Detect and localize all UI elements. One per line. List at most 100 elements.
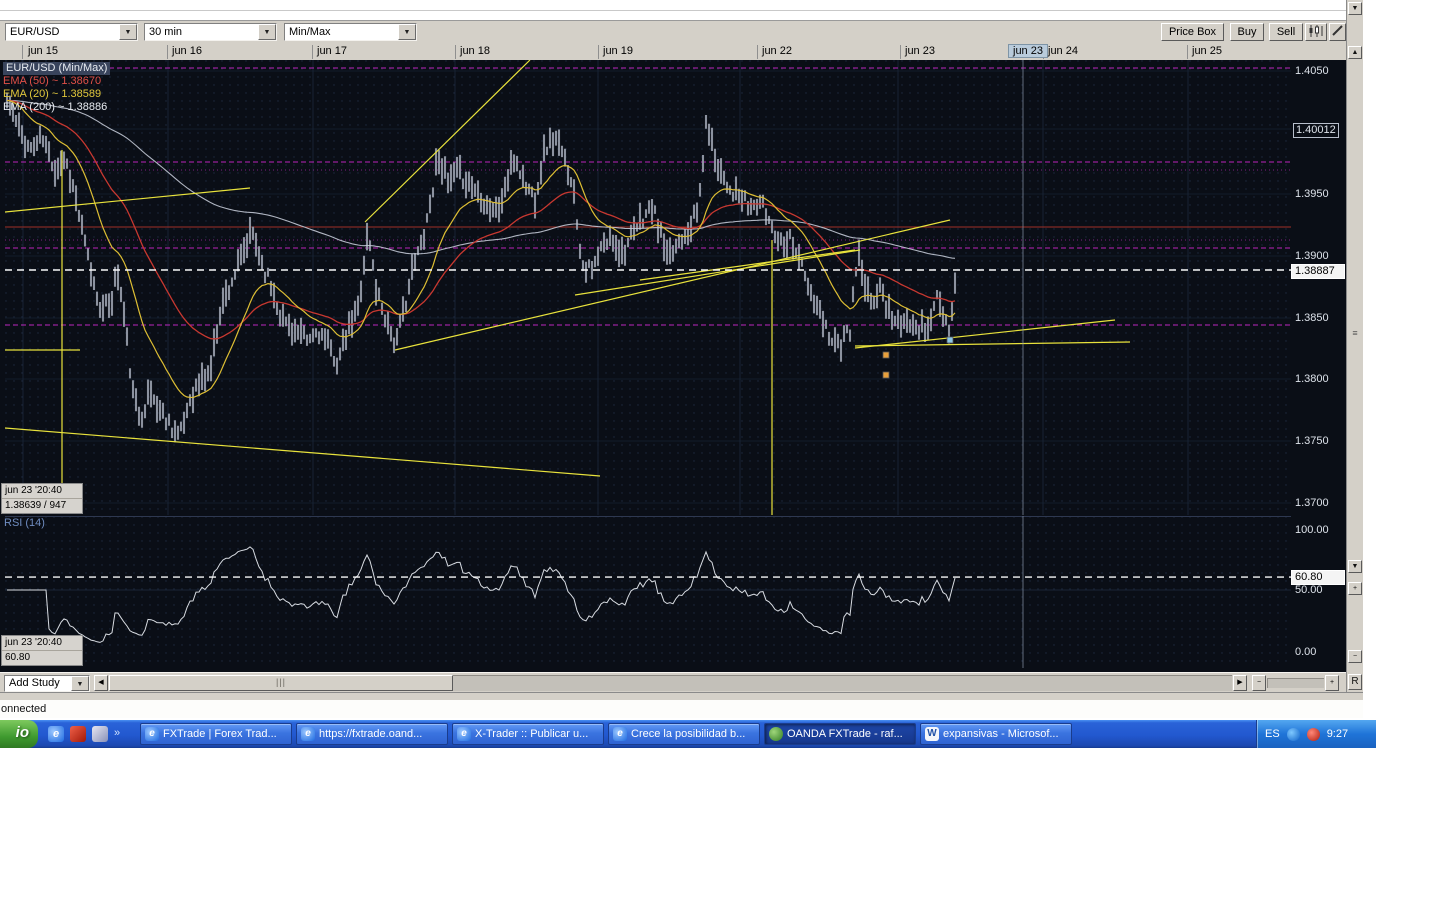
horizontal-scrollbar[interactable]: ||| — [109, 675, 1232, 691]
date-label[interactable]: jun 23 — [1008, 44, 1048, 58]
rsi-panel[interactable]: RSI (14) jun 23 '20:40 60.80 — [0, 515, 1291, 672]
scrollbar-thumb[interactable]: ||| — [109, 675, 453, 691]
hzoom-out-button[interactable]: − — [1252, 675, 1266, 691]
ie-quicklaunch-icon[interactable]: e — [48, 726, 64, 742]
task-label: X-Trader :: Publicar u... — [475, 728, 589, 740]
start-button[interactable]: io — [0, 720, 38, 748]
hzoom-in-button[interactable]: + — [1325, 675, 1339, 691]
date-label[interactable]: jun 24 — [1048, 45, 1078, 57]
date-axis[interactable]: jun 15 jun 16 jun 17 jun 18 jun 19 jun 22 jun … — [0, 44, 1346, 61]
splitter-handle[interactable]: ≡ — [1348, 328, 1362, 338]
chevron-down-icon[interactable]: ▼ — [71, 676, 89, 691]
date-tick — [1187, 45, 1188, 59]
price-label: 1.3750 — [1295, 435, 1329, 447]
zoom-out-button[interactable]: − — [1348, 650, 1362, 663]
taskbar-button[interactable]: e X-Trader :: Publicar u... — [452, 723, 604, 745]
legend-entry: EMA (20) ~ 1.38589 — [3, 88, 102, 100]
reset-button[interactable]: R — [1348, 674, 1362, 690]
oanda-icon — [769, 727, 783, 741]
buy-button[interactable]: Buy — [1230, 23, 1264, 41]
rsi-canvas[interactable] — [5, 516, 1291, 668]
draw-line-icon-button[interactable] — [1329, 23, 1346, 41]
chevron-down-icon[interactable]: ▼ — [119, 24, 137, 40]
taskbar-button[interactable]: e https://fxtrade.oand... — [296, 723, 448, 745]
vertical-scroll-strip: ▼ ▲ ≡ ▼ + − R — [1346, 0, 1363, 692]
window-top-strip — [0, 0, 1346, 21]
scroll-right-icon[interactable]: ▶ — [1233, 675, 1247, 691]
divider — [0, 10, 1346, 11]
price-chart-canvas[interactable] — [5, 60, 1291, 515]
pencil-icon — [1332, 25, 1343, 36]
add-study-select[interactable]: Add Study ▼ — [4, 675, 90, 692]
date-tick — [900, 45, 901, 59]
task-label: https://fxtrade.oand... — [319, 728, 423, 740]
price-box-button[interactable]: Price Box — [1161, 23, 1224, 41]
rsi-label: RSI (14) — [4, 517, 45, 529]
scroll-down2-icon[interactable]: ▼ — [1348, 560, 1362, 573]
rsi-crosshair-value: 60.80 — [5, 652, 31, 663]
scroll-left-icon[interactable]: ◀ — [94, 675, 108, 691]
zoom-in-button[interactable]: + — [1348, 582, 1362, 595]
date-label[interactable]: jun 19 — [603, 45, 633, 57]
taskbar-button[interactable]: e FXTrade | Forex Trad... — [140, 723, 292, 745]
taskbar-button[interactable]: OANDA FXTrade - raf... — [764, 723, 916, 745]
date-label[interactable]: jun 23 — [905, 45, 935, 57]
date-label[interactable]: jun 17 — [317, 45, 347, 57]
task-label: OANDA FXTrade - raf... — [787, 728, 903, 740]
price-label: 1.3800 — [1295, 373, 1329, 385]
legend-entry: EMA (50) ~ 1.38670 — [3, 75, 102, 87]
price-chart[interactable]: EUR/USD (Min/Max) EMA (50) ~ 1.38670 EMA (… — [0, 60, 1291, 515]
fxtrade-window: EUR/USD ▼ 30 min ▼ Min/Max ▼ Price Box B… — [0, 0, 1363, 718]
ie-icon: e — [301, 727, 315, 741]
chevron-down-icon[interactable]: ▼ — [398, 24, 416, 40]
quicklaunch-overflow-icon[interactable]: » — [114, 727, 120, 739]
price-label: 60.80 — [1291, 570, 1345, 585]
app-quicklaunch-icon[interactable] — [70, 726, 86, 742]
instrument-select[interactable]: EUR/USD ▼ — [5, 23, 138, 41]
price-label: 1.3950 — [1295, 188, 1329, 200]
date-label[interactable]: jun 15 — [28, 45, 58, 57]
language-indicator[interactable]: ES — [1265, 728, 1280, 740]
thumb-grip: ||| — [275, 677, 286, 687]
date-label[interactable]: jun 16 — [172, 45, 202, 57]
date-tick — [167, 45, 168, 59]
crosshair-info-box: jun 23 '20:40 1.38639 / 947 — [1, 483, 83, 514]
ie-icon: e — [145, 727, 159, 741]
chart-style-value: Min/Max — [289, 26, 331, 38]
date-tick — [757, 45, 758, 59]
hzoom-slider[interactable] — [1267, 678, 1324, 688]
date-tick — [455, 45, 456, 59]
sell-button[interactable]: Sell — [1269, 23, 1303, 41]
chart-type-icon-button[interactable] — [1305, 23, 1327, 41]
instrument-value: EUR/USD — [10, 26, 60, 38]
interval-select[interactable]: 30 min ▼ — [144, 23, 277, 41]
crosshair-time: jun 23 '20:40 — [2, 484, 82, 499]
taskbar: io e » e FXTrade | Forex Trad... e https://… — [0, 720, 1376, 748]
legend-entry: EMA (200) ~ 1.38886 — [3, 101, 108, 113]
scroll-up-icon[interactable]: ▲ — [1348, 46, 1362, 59]
status-bar: onnected — [0, 700, 1363, 718]
taskbar-button[interactable]: e Crece la posibilidad b... — [608, 723, 760, 745]
interval-value: 30 min — [149, 26, 183, 38]
chevron-down-icon[interactable]: ▼ — [258, 24, 276, 40]
price-label: 100.00 — [1295, 524, 1329, 536]
date-label[interactable]: jun 18 — [460, 45, 490, 57]
price-label: 1.3900 — [1295, 250, 1329, 262]
connection-status: onnected — [1, 703, 47, 715]
chart-toolbar: EUR/USD ▼ 30 min ▼ Min/Max ▼ Price Box B… — [0, 21, 1346, 45]
date-label[interactable]: jun 25 — [1192, 45, 1222, 57]
chart-style-select[interactable]: Min/Max ▼ — [284, 23, 417, 41]
tray-network-icon[interactable] — [1286, 727, 1300, 741]
rsi-crosshair-info-box: jun 23 '20:40 60.80 — [1, 635, 83, 666]
legend-entry: EUR/USD (Min/Max) — [3, 62, 111, 75]
date-tick — [598, 45, 599, 59]
price-label: 50.00 — [1295, 584, 1323, 596]
price-axis[interactable]: 1.4050 1.40012 1.3950 1.3900 1.38887 1.3850 1.… — [1291, 60, 1346, 672]
tray-alert-icon[interactable] — [1306, 727, 1320, 741]
price-label: 1.3700 — [1295, 497, 1329, 509]
taskbar-button[interactable]: Wexpansivas - Microsof... — [920, 723, 1072, 745]
ie-icon: e — [613, 727, 627, 741]
date-label[interactable]: jun 22 — [762, 45, 792, 57]
scroll-down-icon[interactable]: ▼ — [1348, 2, 1362, 15]
viewer-quicklaunch-icon[interactable] — [92, 726, 108, 742]
